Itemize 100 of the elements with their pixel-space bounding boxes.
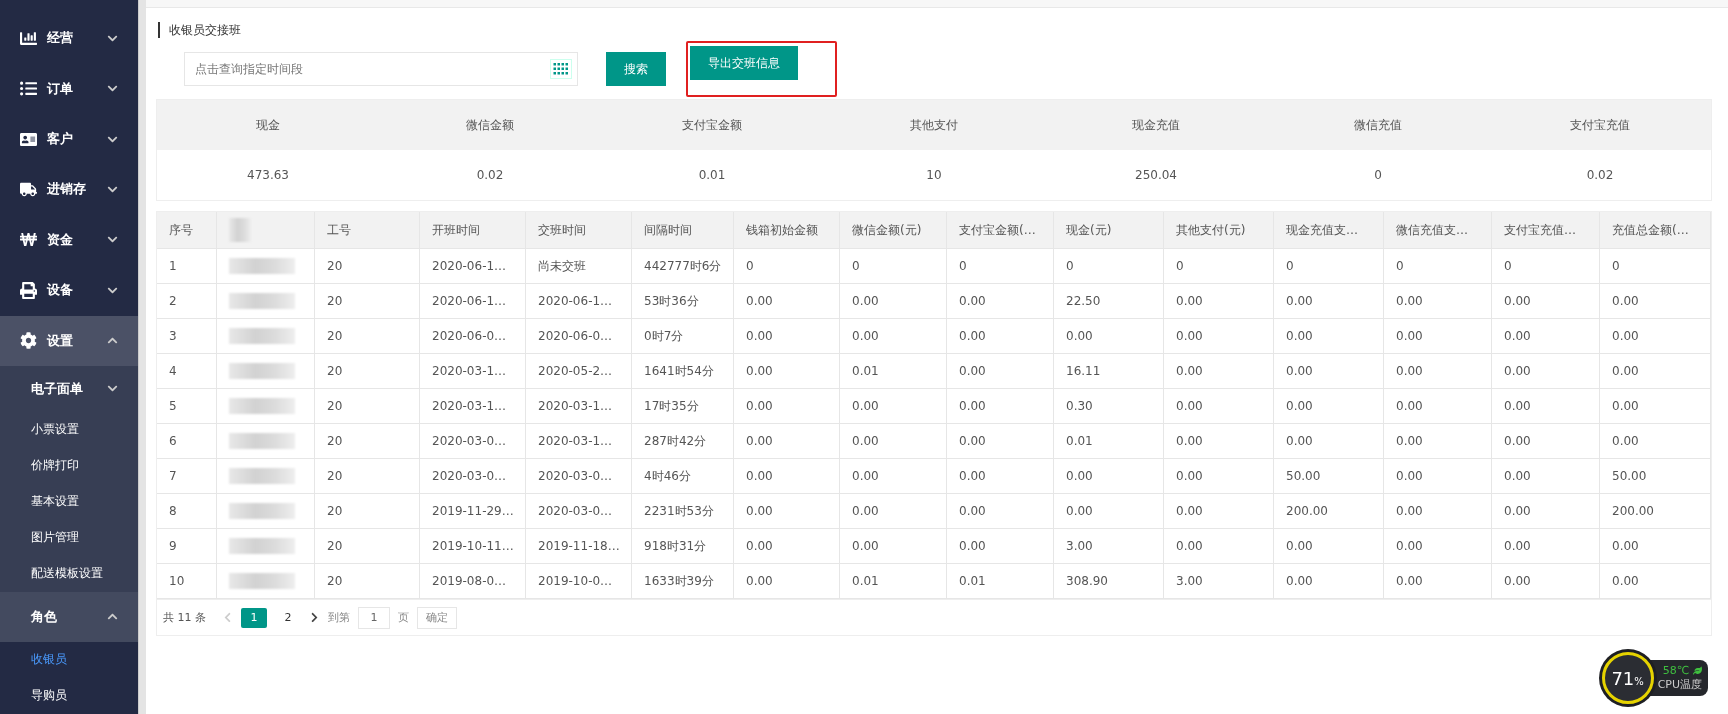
table-cell: 2020-03-1… [420, 354, 526, 389]
table-cell: 0.00 [1274, 424, 1384, 459]
table-cell: 0.00 [1492, 424, 1600, 459]
table-cell: 0.01 [947, 564, 1054, 599]
table-cell: 0.00 [1274, 284, 1384, 319]
column-header: 间隔时间 [632, 212, 734, 249]
table-cell: 10 [157, 564, 217, 599]
table-cell: 0.00 [840, 319, 947, 354]
table-cell: 0.00 [840, 459, 947, 494]
table-cell: 0.00 [734, 354, 840, 389]
table-cell: 2019-10-0… [526, 564, 632, 599]
table-cell: 0.00 [734, 319, 840, 354]
table-cell: 0.00 [947, 319, 1054, 354]
table-cell: 0 [1054, 249, 1164, 284]
sidebar-item[interactable]: 进销存 [0, 164, 138, 215]
table-cell: 0.00 [1384, 529, 1492, 564]
summary-value: 10 [925, 167, 943, 184]
table-cell: 0.00 [947, 284, 1054, 319]
table-cell: 2019-08-0… [420, 564, 526, 599]
table-cell: 0.30 [1054, 389, 1164, 424]
table-cell: 2020-06-0… [526, 319, 632, 354]
table-cell: 17时35分 [632, 389, 734, 424]
sidebar-link[interactable]: 收银员 [0, 641, 138, 678]
sidebar-item[interactable]: 设备 [0, 265, 138, 316]
table-cell: 0.00 [1492, 389, 1600, 424]
table-cell: 53时36分 [632, 284, 734, 319]
table-cell: 3.00 [1054, 529, 1164, 564]
sidebar-item[interactable]: 资金 [0, 214, 138, 266]
table-cell: 8 [157, 494, 217, 529]
table-cell: 2231时53分 [632, 494, 734, 529]
table-cell: 1 [157, 249, 217, 284]
summary-header: 微信金额 [379, 100, 601, 150]
sidebar-item[interactable]: 订单 [0, 63, 138, 114]
sidebar-link[interactable]: 小票设置 [0, 411, 138, 448]
table-cell: 20 [315, 354, 420, 389]
table-cell: 22.50 [1054, 284, 1164, 319]
table-cell: 0 [1600, 249, 1711, 284]
confirm-button[interactable]: 确定 [417, 606, 457, 629]
sidebar-item[interactable]: 客户 [0, 113, 138, 165]
table-cell: 0.00 [1164, 319, 1274, 354]
column-header: 支付宝充值… [1492, 212, 1600, 249]
sidebar-link[interactable]: 导购员 [0, 677, 138, 714]
export-button[interactable]: 导出交班信息 [690, 46, 798, 80]
sidebar-link[interactable]: 基本设置 [0, 483, 138, 520]
table-cell: 0.00 [734, 564, 840, 599]
date-range-field[interactable]: 点击查询指定时间段 [184, 52, 578, 86]
cpu-temperature: 58℃ [1662, 664, 1689, 677]
table-cell: 1641时54分 [632, 354, 734, 389]
table-cell: 442777时6分 [632, 249, 734, 284]
table-cell: 0.00 [734, 284, 840, 319]
column-header: 开班时间 [420, 212, 526, 249]
table-cell: 3.00 [1164, 564, 1274, 599]
summary-header: 现金 [157, 100, 379, 150]
table-cell: 0.00 [1054, 319, 1164, 354]
table-cell: 0.00 [1054, 494, 1164, 529]
table-cell: 5 [157, 389, 217, 424]
table-cell: 0.00 [840, 389, 947, 424]
page-button[interactable]: 1 [241, 607, 267, 628]
table-cell: 2020-05-2… [526, 354, 632, 389]
sidebar-item[interactable]: 设置 [0, 315, 138, 366]
table-cell: 0.00 [1492, 459, 1600, 494]
table-cell: 20 [315, 529, 420, 564]
table-cell: 0.00 [1164, 389, 1274, 424]
column-header: 序号 [157, 212, 217, 249]
table-cell: 0.00 [1492, 284, 1600, 319]
table-cell: 0.00 [1164, 459, 1274, 494]
sidebar-link[interactable]: 价牌打印 [0, 447, 138, 484]
sidebar-subitem[interactable]: 电子面单 [0, 365, 138, 412]
sidebar-link[interactable]: 配送模板设置 [0, 555, 138, 592]
table-cell: 0.00 [1384, 284, 1492, 319]
column-header: 其他支付(元) [1164, 212, 1274, 249]
page-button[interactable]: 2 [275, 607, 301, 628]
table-cell: 20 [315, 249, 420, 284]
summary-header: 其他支付 [823, 100, 1045, 150]
table-cell: 0.00 [734, 459, 840, 494]
table-cell: 0 [840, 249, 947, 284]
total-count: 共 11 条 [163, 610, 206, 625]
column-header: 支付宝金额(… [947, 212, 1054, 249]
table-cell: 2019-10-11… [420, 529, 526, 564]
search-button[interactable]: 搜索 [606, 52, 666, 86]
goto-label: 到第 [328, 610, 350, 625]
table-cell: 0.00 [1600, 564, 1711, 599]
table-cell: 2020-03-1… [526, 424, 632, 459]
table-cell: 0.00 [1600, 354, 1711, 389]
table-cell: 2 [157, 284, 217, 319]
table-cell: 0 [1492, 249, 1600, 284]
table-cell: 0.00 [840, 529, 947, 564]
sidebar-link[interactable]: 图片管理 [0, 519, 138, 556]
summary-header: 微信充值 [1267, 100, 1489, 150]
table-cell: 2020-06-1… [526, 284, 632, 319]
cpu-usage: 71 [1611, 667, 1635, 689]
sidebar-item[interactable]: 经营 [0, 13, 138, 64]
table-cell: 尚未交班 [526, 249, 632, 284]
page-input[interactable]: 1 [358, 606, 390, 629]
sidebar-subitem[interactable]: 角色 [0, 591, 138, 642]
table-cell: 9 [157, 529, 217, 564]
table-cell: 20 [315, 319, 420, 354]
table-cell: 0.00 [734, 529, 840, 564]
table-cell: 0.00 [840, 284, 947, 319]
summary-header: 支付宝充值 [1489, 100, 1711, 150]
